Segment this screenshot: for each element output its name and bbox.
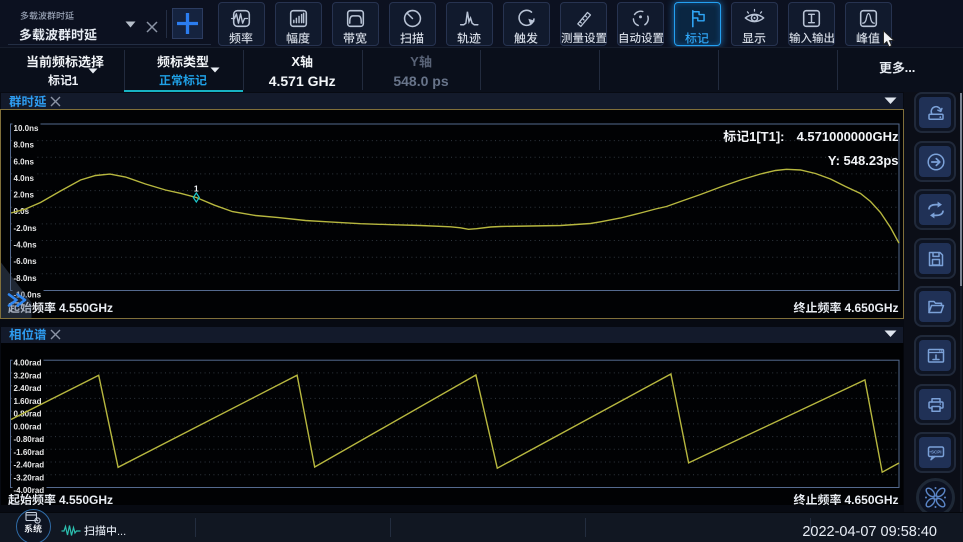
svg-text:8.0ns: 8.0ns [13, 140, 34, 149]
svg-text:-1.60rad: -1.60rad [13, 447, 44, 456]
svg-text:-2.0ns: -2.0ns [13, 223, 37, 232]
svg-text:Y: 548.23ps: Y: 548.23ps [827, 153, 898, 168]
svg-text:-4.00rad: -4.00rad [13, 486, 44, 495]
svg-text:1[T1]:: 1[T1]: [749, 129, 784, 144]
svg-text:-6.0ns: -6.0ns [13, 257, 37, 266]
svg-text:0.00rad: 0.00rad [13, 422, 41, 431]
svg-text:4.650GHz: 4.650GHz [844, 301, 898, 315]
svg-text:SCPI: SCPI [931, 450, 942, 455]
svg-text:4.00rad: 4.00rad [13, 358, 41, 367]
svg-text:4.0ns: 4.0ns [13, 173, 34, 182]
svg-text:4.650GHz: 4.650GHz [844, 493, 898, 506]
svg-text:-8.0ns: -8.0ns [13, 273, 37, 282]
svg-text:-0.80rad: -0.80rad [13, 435, 44, 444]
svg-text:-2.40rad: -2.40rad [13, 460, 44, 469]
svg-text:2.40rad: 2.40rad [13, 384, 41, 393]
svg-text:4.550GHz: 4.550GHz [59, 493, 113, 506]
svg-text:4.571000000GHz: 4.571000000GHz [796, 129, 898, 144]
svg-text:1.60rad: 1.60rad [13, 396, 41, 405]
svg-text:10.0ns: 10.0ns [13, 124, 38, 133]
svg-text:6.0ns: 6.0ns [13, 157, 34, 166]
svg-text:4.550GHz: 4.550GHz [59, 301, 113, 315]
svg-text:2.0ns: 2.0ns [13, 190, 34, 199]
svg-text:3.20rad: 3.20rad [13, 371, 41, 380]
svg-text:1: 1 [193, 183, 198, 193]
svg-text:-4.0ns: -4.0ns [13, 240, 37, 249]
svg-text:-3.20rad: -3.20rad [13, 473, 44, 482]
